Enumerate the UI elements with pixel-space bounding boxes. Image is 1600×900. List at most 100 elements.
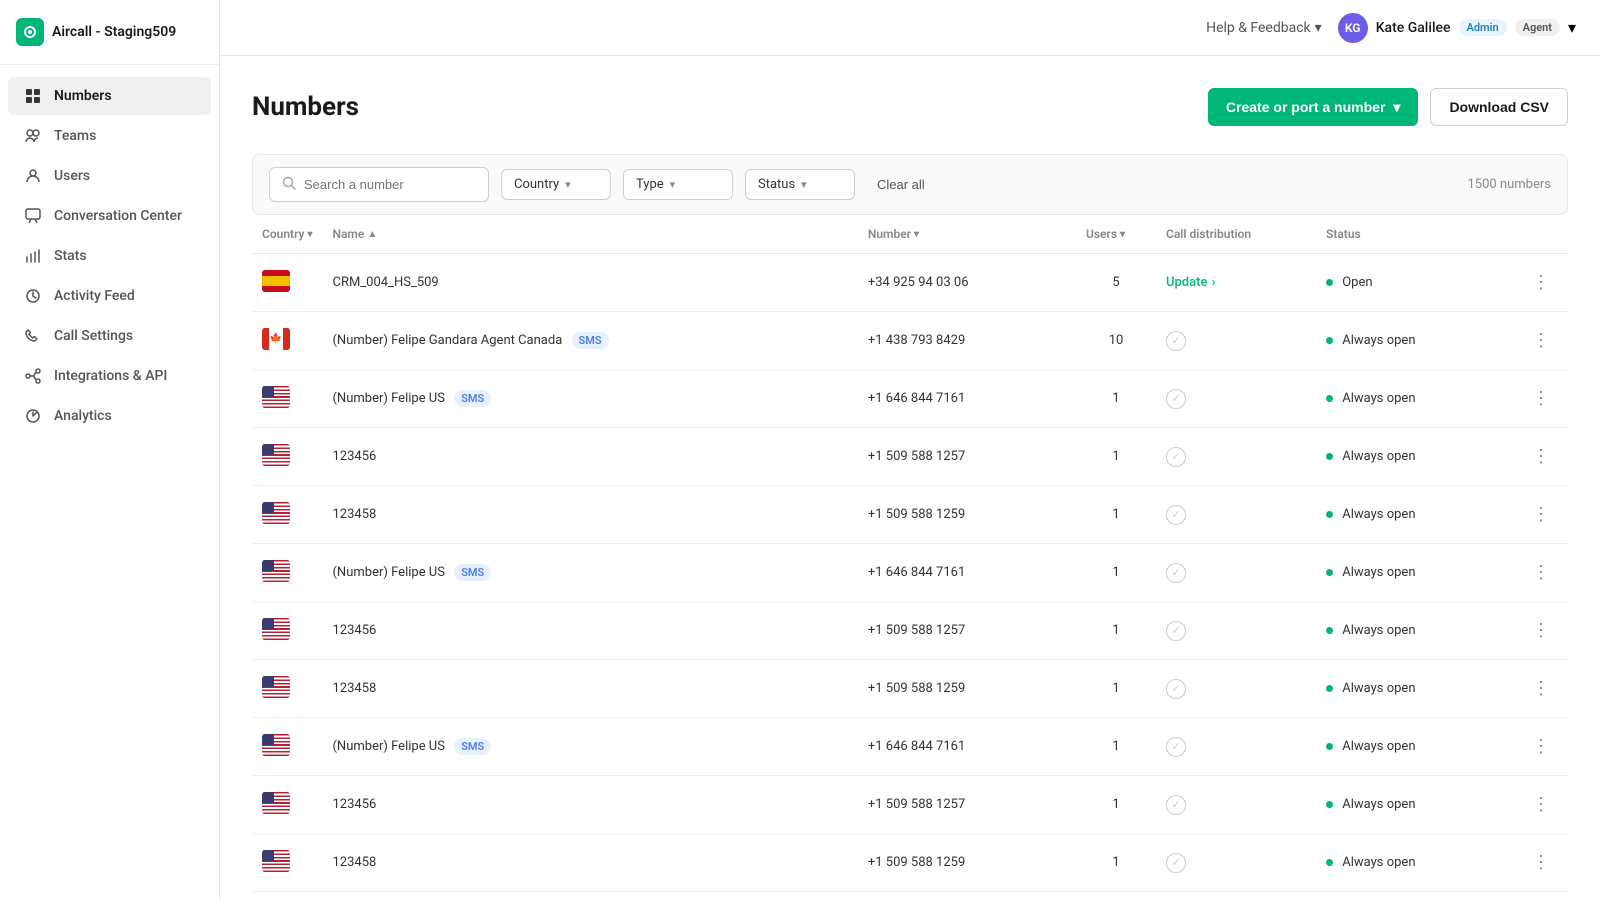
flag-us-icon xyxy=(262,444,290,466)
status-dot-icon xyxy=(1326,685,1333,692)
cell-more: ⋮ xyxy=(1514,428,1568,486)
sidebar-label-integrations: Integrations & API xyxy=(54,368,167,384)
logo-icon xyxy=(16,18,44,46)
country-filter[interactable]: Country ▾ xyxy=(501,169,611,200)
cell-users: 5 xyxy=(1076,254,1156,312)
status-text: Open xyxy=(1342,275,1372,290)
cell-status: Always open xyxy=(1316,718,1514,776)
cell-users: 1 xyxy=(1076,428,1156,486)
cell-distribution: ✓ xyxy=(1156,602,1316,660)
th-number[interactable]: Number▾ xyxy=(858,215,1076,254)
help-feedback-button[interactable]: Help & Feedback ▾ xyxy=(1206,20,1322,36)
status-filter-label: Status xyxy=(758,177,795,192)
sidebar-item-conversation-center[interactable]: Conversation Center xyxy=(8,197,211,235)
more-options-button[interactable]: ⋮ xyxy=(1524,500,1558,529)
status-dot-icon xyxy=(1326,569,1333,576)
cell-country xyxy=(252,660,322,718)
country-filter-label: Country xyxy=(514,177,559,192)
cell-name: (Number) Felipe US SMS xyxy=(322,544,857,602)
sms-badge: SMS xyxy=(454,564,491,581)
cell-distribution: ✓ xyxy=(1156,776,1316,834)
cell-more: ⋮ xyxy=(1514,312,1568,370)
status-filter[interactable]: Status ▾ xyxy=(745,169,855,200)
cell-country: 🍁 xyxy=(252,312,322,370)
check-circle-icon: ✓ xyxy=(1166,795,1186,815)
cell-distribution: ✓ xyxy=(1156,486,1316,544)
sidebar-item-teams[interactable]: Teams xyxy=(8,117,211,155)
sms-badge: SMS xyxy=(572,332,609,349)
cell-status: Open xyxy=(1316,254,1514,312)
update-link[interactable]: Update › xyxy=(1166,275,1306,290)
status-dot-icon xyxy=(1326,743,1333,750)
sidebar-label-numbers: Numbers xyxy=(54,88,112,104)
more-options-button[interactable]: ⋮ xyxy=(1524,558,1558,587)
check-circle-icon: ✓ xyxy=(1166,389,1186,409)
th-users[interactable]: Users▾ xyxy=(1076,215,1156,254)
cell-name: 123458 xyxy=(322,486,857,544)
user-menu[interactable]: KG Kate Galilee Admin Agent ▾ xyxy=(1338,13,1576,43)
avatar: KG xyxy=(1338,13,1368,43)
search-input[interactable] xyxy=(304,177,464,192)
cell-country xyxy=(252,370,322,428)
more-options-button[interactable]: ⋮ xyxy=(1524,674,1558,703)
th-name[interactable]: Name▲ xyxy=(322,215,857,254)
flag-us-icon xyxy=(262,502,290,524)
sidebar-item-activity-feed[interactable]: Activity Feed xyxy=(8,277,211,315)
sidebar-item-call-settings[interactable]: Call Settings xyxy=(8,317,211,355)
numbers-table: Country▾ Name▲ Number▾ Users▾ Call distr xyxy=(252,215,1568,892)
cell-country xyxy=(252,486,322,544)
table-row: 123456 +1 509 588 1257 1 ✓ Always open ⋮ xyxy=(252,428,1568,486)
search-input-wrap[interactable] xyxy=(269,167,489,202)
cell-name: (Number) Felipe Gandara Agent Canada SMS xyxy=(322,312,857,370)
check-circle-icon: ✓ xyxy=(1166,447,1186,467)
more-options-button[interactable]: ⋮ xyxy=(1524,442,1558,471)
cell-users: 10 xyxy=(1076,312,1156,370)
flag-us-icon xyxy=(262,560,290,582)
table-row: (Number) Felipe US SMS +1 646 844 7161 1… xyxy=(252,370,1568,428)
more-options-button[interactable]: ⋮ xyxy=(1524,732,1558,761)
sidebar-item-analytics[interactable]: Analytics xyxy=(8,397,211,435)
clear-all-button[interactable]: Clear all xyxy=(867,170,935,199)
create-chevron-icon: ▾ xyxy=(1393,99,1400,116)
sms-badge: SMS xyxy=(454,390,491,407)
sidebar-item-integrations[interactable]: Integrations & API xyxy=(8,357,211,395)
cell-number: +1 509 588 1259 xyxy=(858,834,1076,892)
status-dot-icon xyxy=(1326,337,1333,344)
page-content: Numbers Create or port a number ▾ Downlo… xyxy=(220,56,1600,900)
cell-country xyxy=(252,544,322,602)
cell-more: ⋮ xyxy=(1514,254,1568,312)
numbers-count: 1500 numbers xyxy=(1467,177,1551,192)
cell-country xyxy=(252,602,322,660)
more-options-button[interactable]: ⋮ xyxy=(1524,268,1558,297)
type-filter[interactable]: Type ▾ xyxy=(623,169,733,200)
flag-es-icon xyxy=(262,270,290,292)
sidebar-item-users[interactable]: Users xyxy=(8,157,211,195)
cell-name: 123458 xyxy=(322,660,857,718)
cell-users: 1 xyxy=(1076,660,1156,718)
more-options-button[interactable]: ⋮ xyxy=(1524,848,1558,877)
cell-distribution: ✓ xyxy=(1156,660,1316,718)
topbar: Help & Feedback ▾ KG Kate Galilee Admin … xyxy=(220,0,1600,56)
cell-name: 123456 xyxy=(322,428,857,486)
more-options-button[interactable]: ⋮ xyxy=(1524,616,1558,645)
cell-number: +1 646 844 7161 xyxy=(858,370,1076,428)
table-row: 123458 +1 509 588 1259 1 ✓ Always open ⋮ xyxy=(252,486,1568,544)
more-options-button[interactable]: ⋮ xyxy=(1524,326,1558,355)
download-csv-button[interactable]: Download CSV xyxy=(1430,88,1568,126)
users-icon xyxy=(24,167,42,185)
cell-distribution: ✓ xyxy=(1156,834,1316,892)
cell-country xyxy=(252,776,322,834)
more-options-button[interactable]: ⋮ xyxy=(1524,790,1558,819)
admin-badge: Admin xyxy=(1459,19,1507,36)
sidebar-item-stats[interactable]: Stats xyxy=(8,237,211,275)
sidebar-item-numbers[interactable]: Numbers xyxy=(8,77,211,115)
th-country[interactable]: Country▾ xyxy=(252,215,322,254)
app-logo[interactable]: Aircall - Staging509 xyxy=(0,0,219,65)
cell-more: ⋮ xyxy=(1514,544,1568,602)
sidebar-nav: Numbers Teams Users xyxy=(0,65,219,447)
status-text: Always open xyxy=(1342,797,1415,812)
create-number-button[interactable]: Create or port a number ▾ xyxy=(1208,88,1419,126)
cell-number: +1 509 588 1259 xyxy=(858,486,1076,544)
more-options-button[interactable]: ⋮ xyxy=(1524,384,1558,413)
main-content: Help & Feedback ▾ KG Kate Galilee Admin … xyxy=(220,0,1600,900)
